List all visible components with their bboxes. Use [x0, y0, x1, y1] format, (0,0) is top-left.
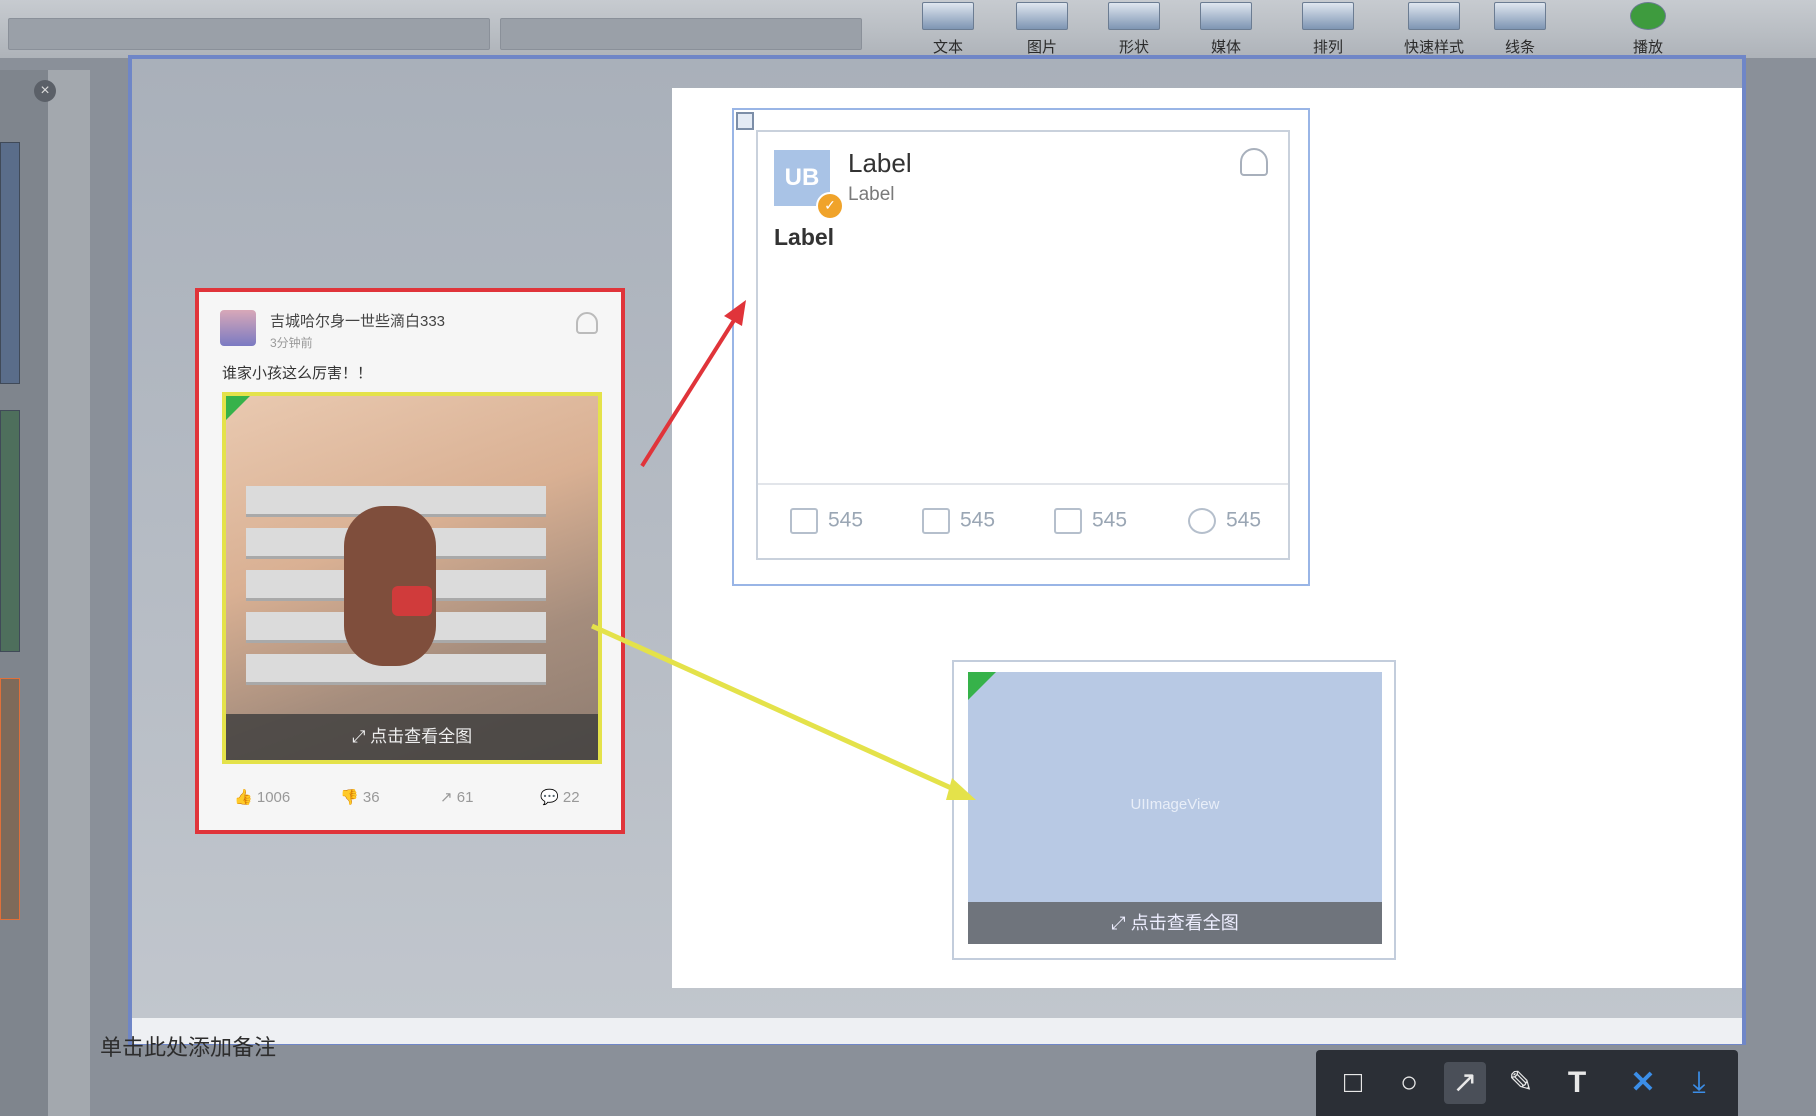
text-icon[interactable]: T — [1556, 1062, 1598, 1104]
download-icon[interactable]: ⤓ — [1678, 1062, 1720, 1104]
brush-icon[interactable]: ✎ — [1500, 1062, 1542, 1104]
yellow-arrow-head — [946, 778, 976, 800]
circle-icon[interactable]: ○ — [1388, 1062, 1430, 1104]
rectangle-icon[interactable]: □ — [1332, 1062, 1374, 1104]
close-icon[interactable]: ✕ — [1622, 1062, 1664, 1104]
annotation-arrows — [590, 300, 976, 800]
yellow-arrow — [590, 623, 962, 795]
red-arrow-head — [724, 300, 746, 326]
screenshot-toolbar: □ ○ ↗ ✎ T ✕ ⤓ — [1316, 1050, 1738, 1116]
red-arrow — [640, 312, 740, 468]
arrow-icon[interactable]: ↗ — [1444, 1062, 1486, 1104]
